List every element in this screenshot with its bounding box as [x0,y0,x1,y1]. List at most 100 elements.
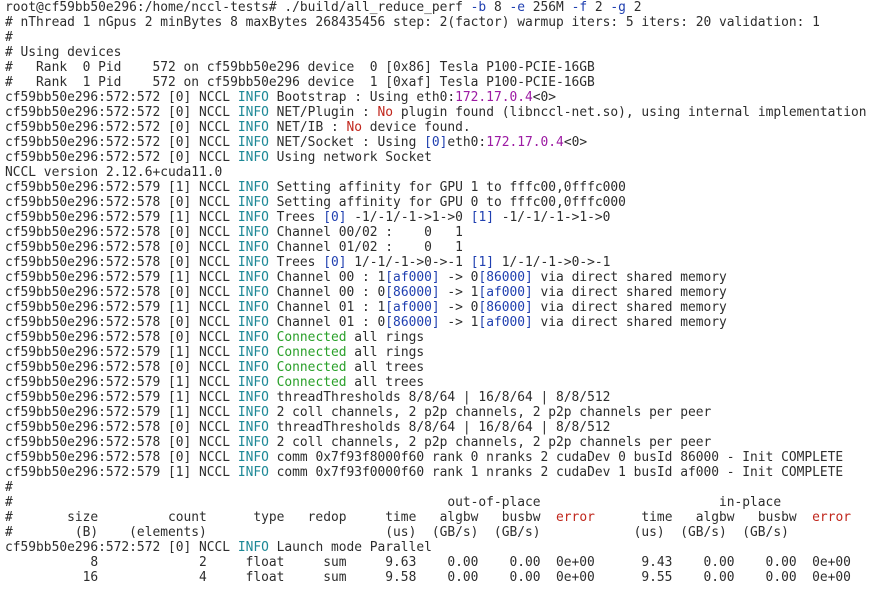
terminal-text-segment: INFO [237,135,269,150]
terminal-text-segment: cf59bb50e296:572:572 [0] NCCL [5,90,238,105]
terminal-text-segment: <0> [532,90,557,105]
terminal-line: cf59bb50e296:572:579 [1] NCCL INFO threa… [5,390,880,405]
terminal-line: cf59bb50e296:572:572 [0] NCCL INFO Boots… [5,90,880,105]
terminal-text-segment: [af000] [385,270,440,285]
terminal-line: cf59bb50e296:572:572 [0] NCCL INFO Using… [5,150,880,165]
terminal-text-segment: cf59bb50e296:572:578 [0] NCCL [5,435,238,450]
terminal-text-segment: [af000] [478,315,533,330]
terminal-text-segment: cf59bb50e296:572:578 [0] NCCL [5,195,238,210]
terminal-text-segment: # Rank 1 Pid 572 on cf59bb50e296 device … [5,75,595,90]
terminal-text-segment: 1/-1/-1->0->-1 [346,255,471,270]
terminal-line: cf59bb50e296:572:578 [0] NCCL INFO comm … [5,450,880,465]
terminal-text-segment: Launch mode Parallel [268,540,432,555]
terminal-line: cf59bb50e296:572:578 [0] NCCL INFO Chann… [5,225,880,240]
terminal-text-segment: cf59bb50e296:572:579 [1] NCCL [5,405,238,420]
terminal-window[interactable]: root@cf59bb50e296:/home/nccl-tests# ./bu… [0,0,880,596]
terminal-text-segment: [1] [470,255,494,270]
terminal-line: cf59bb50e296:572:579 [1] NCCL INFO comm … [5,465,880,480]
terminal-line: cf59bb50e296:572:578 [0] NCCL INFO Conne… [5,330,880,345]
terminal-text-segment: Setting affinity for GPU 0 to fffc00,0ff… [268,195,626,210]
terminal-text-segment: -g [610,0,626,15]
terminal-text-segment: INFO [237,210,269,225]
terminal-text-segment: cf59bb50e296:572:578 [0] NCCL [5,240,238,255]
terminal-text-segment: via direct shared memory [532,270,727,285]
terminal-text-segment: time algbw busbw [594,510,813,525]
terminal-text-segment: INFO [237,390,269,405]
terminal-line: NCCL version 2.12.6+cuda11.0 [5,165,880,180]
terminal-text-segment: Trees [268,210,324,225]
terminal-line: 8 2 float sum 9.63 0.00 0.00 0e+00 9.43 … [5,555,880,570]
terminal-line: cf59bb50e296:572:578 [0] NCCL INFO Conne… [5,360,880,375]
terminal-line: cf59bb50e296:572:579 [1] NCCL INFO Setti… [5,180,880,195]
terminal-text-segment: 172.17.0.4 [455,90,533,105]
terminal-text-segment: 2 [587,0,611,15]
terminal-text-segment: -> 1 [439,315,479,330]
terminal-text-segment: -1/-1/-1->1->0 [493,210,611,225]
terminal-text-segment: Channel 01 : 0 [268,315,386,330]
terminal-text-segment: INFO [237,405,269,420]
terminal-text-segment: 8 [486,0,510,15]
terminal-line: cf59bb50e296:572:578 [0] NCCL INFO threa… [5,420,880,435]
terminal-text-segment: error [812,510,851,525]
terminal-text-segment: Channel 00 : 0 [268,285,386,300]
terminal-text-segment: root@cf59bb50e296:/home/nccl-tests# ./bu… [5,0,471,15]
terminal-text-segment: INFO [237,360,269,375]
terminal-text-segment: 8 2 float sum 9.63 0.00 0.00 0e+00 9.43 … [5,555,851,570]
terminal-text-segment: # out-of-place in-place [5,495,782,510]
terminal-text-segment: [af000] [478,285,533,300]
terminal-text-segment: cf59bb50e296:572:579 [1] NCCL [5,270,238,285]
terminal-text-segment: [0] [323,210,347,225]
terminal-text-segment: device found. [362,120,471,135]
terminal-text-segment: 2 coll channels, 2 p2p channels, 2 p2p c… [268,405,712,420]
terminal-text-segment: INFO [237,435,269,450]
terminal-line: cf59bb50e296:572:578 [0] NCCL INFO Setti… [5,195,880,210]
terminal-text-segment: Bootstrap : Using eth0: [268,90,456,105]
terminal-text-segment: INFO [237,330,269,345]
terminal-text-segment: Trees [268,255,324,270]
terminal-text-segment: 256M [525,0,572,15]
terminal-text-segment: NET/Plugin : [268,105,378,120]
terminal-text-segment: INFO [237,180,269,195]
terminal-line: cf59bb50e296:572:579 [1] NCCL INFO Trees… [5,210,880,225]
terminal-text-segment: [86000] [478,300,533,315]
terminal-text-segment: cf59bb50e296:572:572 [0] NCCL [5,150,238,165]
terminal-text-segment: # nThread 1 nGpus 2 minBytes 8 maxBytes … [5,15,820,30]
terminal-text-segment: all trees [346,360,425,375]
terminal-text-segment: <0> [563,135,588,150]
terminal-line: root@cf59bb50e296:/home/nccl-tests# ./bu… [5,0,880,15]
terminal-text-segment: -> 0 [439,300,479,315]
terminal-line: # nThread 1 nGpus 2 minBytes 8 maxBytes … [5,15,880,30]
terminal-text-segment: Connected [276,375,347,390]
terminal-text-segment: all rings [346,345,425,360]
terminal-text-segment: INFO [237,465,269,480]
terminal-line: cf59bb50e296:572:578 [0] NCCL INFO Chann… [5,240,880,255]
terminal-text-segment: cf59bb50e296:572:579 [1] NCCL [5,345,238,360]
terminal-text-segment: comm 0x7f93f0000f60 rank 1 nranks 2 cuda… [268,465,844,480]
terminal-line: cf59bb50e296:572:579 [1] NCCL INFO Conne… [5,375,880,390]
terminal-text-segment: eth0: [447,135,487,150]
terminal-text-segment: cf59bb50e296:572:578 [0] NCCL [5,255,238,270]
terminal-text-segment: via direct shared memory [532,285,727,300]
terminal-text-segment: cf59bb50e296:572:572 [0] NCCL [5,120,238,135]
terminal-text-segment: 172.17.0.4 [486,135,564,150]
terminal-line: # Rank 1 Pid 572 on cf59bb50e296 device … [5,75,880,90]
terminal-line: # (B) (elements) (us) (GB/s) (GB/s) (us)… [5,525,880,540]
terminal-text-segment: 1/-1/-1->0->-1 [493,255,611,270]
terminal-text-segment: INFO [237,420,269,435]
terminal-line: # size count type redop time algbw busbw… [5,510,880,525]
terminal-text-segment: cf59bb50e296:572:578 [0] NCCL [5,225,238,240]
terminal-text-segment: cf59bb50e296:572:579 [1] NCCL [5,375,238,390]
terminal-text-segment: plugin found (libnccl-net.so), using int… [393,105,867,120]
terminal-text-segment: cf59bb50e296:572:572 [0] NCCL [5,105,238,120]
terminal-line: # out-of-place in-place [5,495,880,510]
terminal-text-segment: NCCL version 2.12.6+cuda11.0 [5,165,223,180]
terminal-text-segment: cf59bb50e296:572:578 [0] NCCL [5,420,238,435]
terminal-text-segment: -1/-1/-1->1->0 [346,210,471,225]
terminal-text-segment: [86000] [385,285,440,300]
terminal-text-segment: cf59bb50e296:572:579 [1] NCCL [5,465,238,480]
terminal-text-segment: No [346,120,363,135]
terminal-text-segment: [0] [424,135,448,150]
terminal-text-segment: INFO [237,150,269,165]
